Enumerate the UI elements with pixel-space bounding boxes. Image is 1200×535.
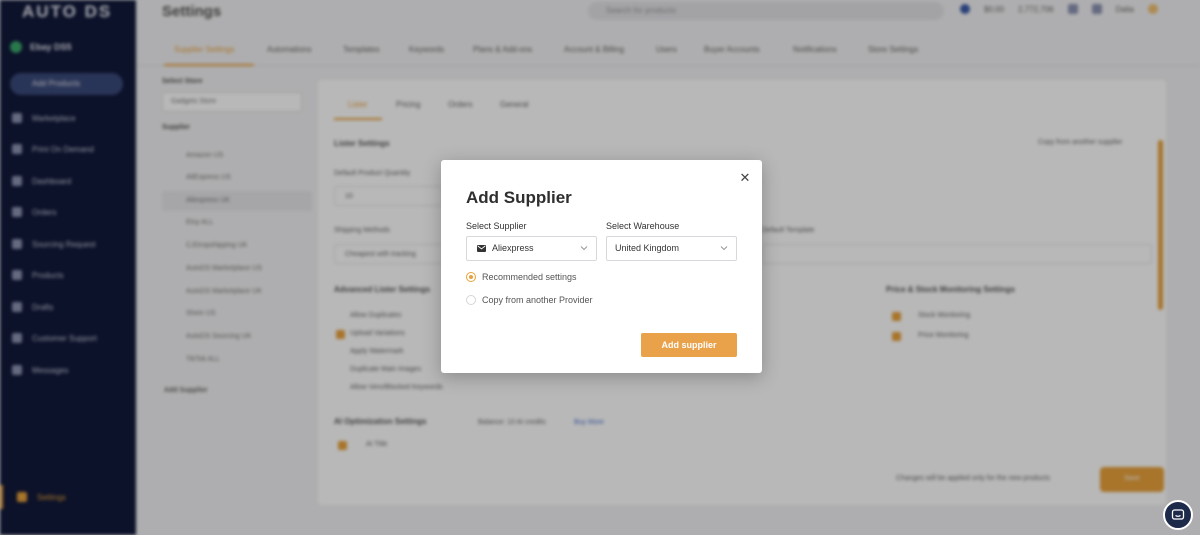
aliexpress-icon (477, 245, 486, 252)
chevron-down-icon (580, 246, 588, 251)
radio-recommended-label: Recommended settings (482, 272, 577, 282)
select-supplier-label: Select Supplier (466, 221, 527, 231)
chat-widget-button[interactable] (1163, 500, 1193, 530)
supplier-select-value: Aliexpress (492, 243, 534, 253)
chat-icon (1171, 509, 1185, 520)
radio-unselected-icon[interactable] (466, 295, 476, 305)
supplier-select[interactable]: Aliexpress (466, 236, 597, 261)
add-supplier-button[interactable]: Add supplier (641, 333, 737, 357)
modal-title: Add Supplier (466, 188, 572, 207)
chevron-down-icon (720, 246, 728, 251)
select-warehouse-label: Select Warehouse (606, 221, 680, 231)
warehouse-select[interactable]: United Kingdom (606, 236, 737, 261)
radio-recommended-settings[interactable]: Recommended settings (466, 270, 577, 284)
add-supplier-modal: Add Supplier ✕ Select Supplier Aliexpres… (441, 160, 762, 373)
radio-selected-icon[interactable] (466, 272, 476, 282)
radio-copy-provider[interactable]: Copy from another Provider (466, 293, 593, 307)
warehouse-select-value: United Kingdom (615, 243, 680, 253)
radio-copy-label: Copy from another Provider (482, 295, 593, 305)
close-icon[interactable]: ✕ (737, 170, 753, 186)
